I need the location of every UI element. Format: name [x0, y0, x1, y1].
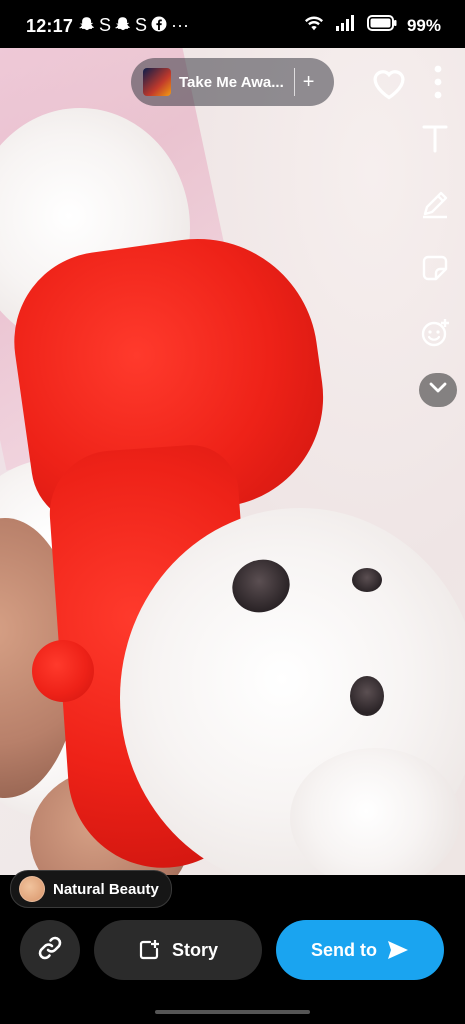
- wifi-icon: [303, 14, 325, 37]
- dog-eye: [352, 568, 382, 592]
- sticker-tool-icon[interactable]: [415, 248, 455, 288]
- pencil-tool-icon[interactable]: [415, 184, 455, 224]
- music-sticker[interactable]: Take Me Awa... +: [131, 58, 334, 106]
- add-music-button[interactable]: +: [303, 71, 315, 94]
- link-icon: [35, 933, 65, 968]
- sweater-pompom: [32, 640, 94, 702]
- battery-percent: 99%: [406, 15, 441, 35]
- emoji-add-tool-icon[interactable]: [415, 313, 455, 353]
- notification-icons: S S ···: [78, 15, 189, 38]
- battery-icon: [366, 15, 397, 36]
- more-notifications-icon: ···: [171, 15, 190, 35]
- add-story-icon: [138, 939, 160, 961]
- tag-avatar: [19, 876, 45, 902]
- snapchat-ghost-icon: [78, 15, 96, 38]
- status-notif-s: S: [135, 15, 148, 35]
- more-options-icon[interactable]: [426, 62, 450, 102]
- home-indicator: [155, 1010, 310, 1014]
- status-time: 12:17: [26, 16, 74, 36]
- story-button[interactable]: Story: [94, 920, 262, 980]
- favorite-heart-icon[interactable]: [367, 60, 411, 104]
- status-notif-s: S: [99, 15, 112, 35]
- pill-divider: [293, 68, 295, 96]
- send-arrow-icon: [387, 940, 409, 960]
- album-art: [143, 68, 171, 96]
- song-title: Take Me Awa...: [179, 73, 284, 91]
- dog-ear: [290, 748, 460, 875]
- dog-eye: [350, 676, 384, 716]
- send-to-label: Send to: [311, 939, 377, 960]
- text-tool-icon[interactable]: [415, 118, 455, 158]
- expand-tools-button[interactable]: [419, 373, 457, 407]
- status-right: 99%: [303, 14, 441, 37]
- send-to-button[interactable]: Send to: [276, 920, 444, 980]
- chevron-down-icon: [428, 381, 448, 400]
- story-label: Story: [171, 939, 218, 960]
- topic-tag[interactable]: Natural Beauty: [10, 870, 172, 908]
- snapchat-ghost-icon: [114, 15, 132, 38]
- facebook-icon: [150, 15, 168, 38]
- tag-label: Natural Beauty: [53, 880, 159, 898]
- status-bar: 12:17 S S ··· 99%: [0, 0, 465, 48]
- attach-link-button[interactable]: [20, 920, 80, 980]
- signal-icon: [335, 15, 357, 36]
- snap-photo[interactable]: [0, 48, 465, 875]
